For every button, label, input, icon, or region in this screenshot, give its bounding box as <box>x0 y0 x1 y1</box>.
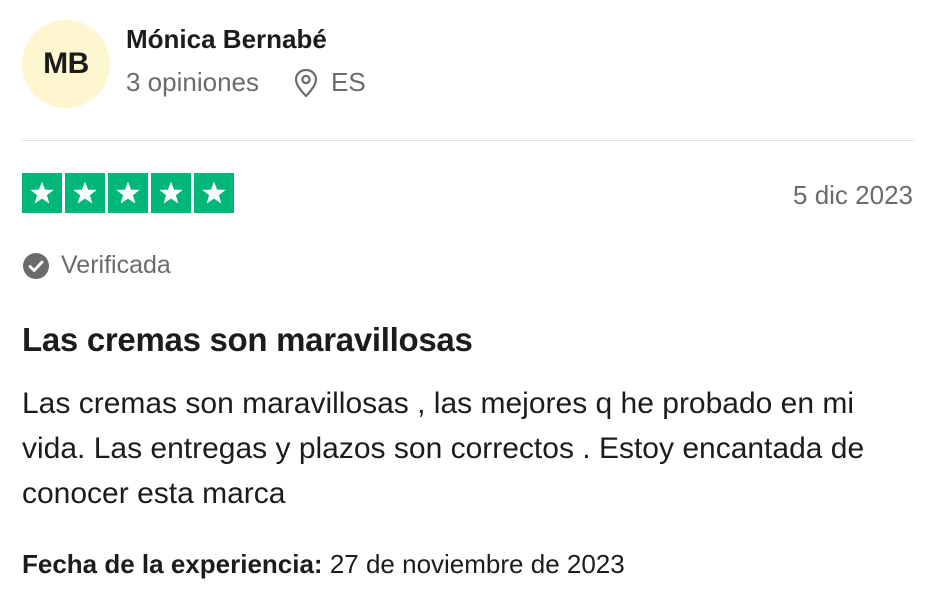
star-icon <box>194 173 234 213</box>
star-icon <box>65 173 105 213</box>
consumer-info: Mónica Bernabé 3 opiniones ES <box>126 24 366 98</box>
map-pin-icon <box>293 68 319 98</box>
check-circle-icon <box>22 252 50 280</box>
star-rating <box>22 173 234 213</box>
divider <box>22 140 914 141</box>
consumer-header: MB Mónica Bernabé 3 opiniones ES <box>22 20 366 108</box>
consumer-name[interactable]: Mónica Bernabé <box>126 24 366 55</box>
star-icon <box>151 173 191 213</box>
review-card: MB Mónica Bernabé 3 opiniones ES 5 dic 2… <box>0 0 938 612</box>
consumer-meta: 3 opiniones ES <box>126 67 366 98</box>
consumer-country: ES <box>331 67 366 97</box>
experience-label: Fecha de la experiencia: <box>22 549 323 579</box>
avatar[interactable]: MB <box>22 20 110 108</box>
review-title[interactable]: Las cremas son maravillosas <box>22 321 473 359</box>
verified-badge[interactable]: Verificada <box>22 251 171 280</box>
experience-value: 27 de noviembre de 2023 <box>329 549 625 579</box>
experience-date: Fecha de la experiencia: 27 de noviembre… <box>22 549 625 580</box>
verified-label: Verificada <box>61 251 171 279</box>
review-date: 5 dic 2023 <box>793 180 913 210</box>
review-text: Las cremas son maravillosas , las mejore… <box>22 387 865 510</box>
star-icon <box>108 173 148 213</box>
avatar-initials: MB <box>43 47 89 80</box>
star-icon <box>22 173 62 213</box>
reviews-count: 3 opiniones <box>126 67 259 97</box>
